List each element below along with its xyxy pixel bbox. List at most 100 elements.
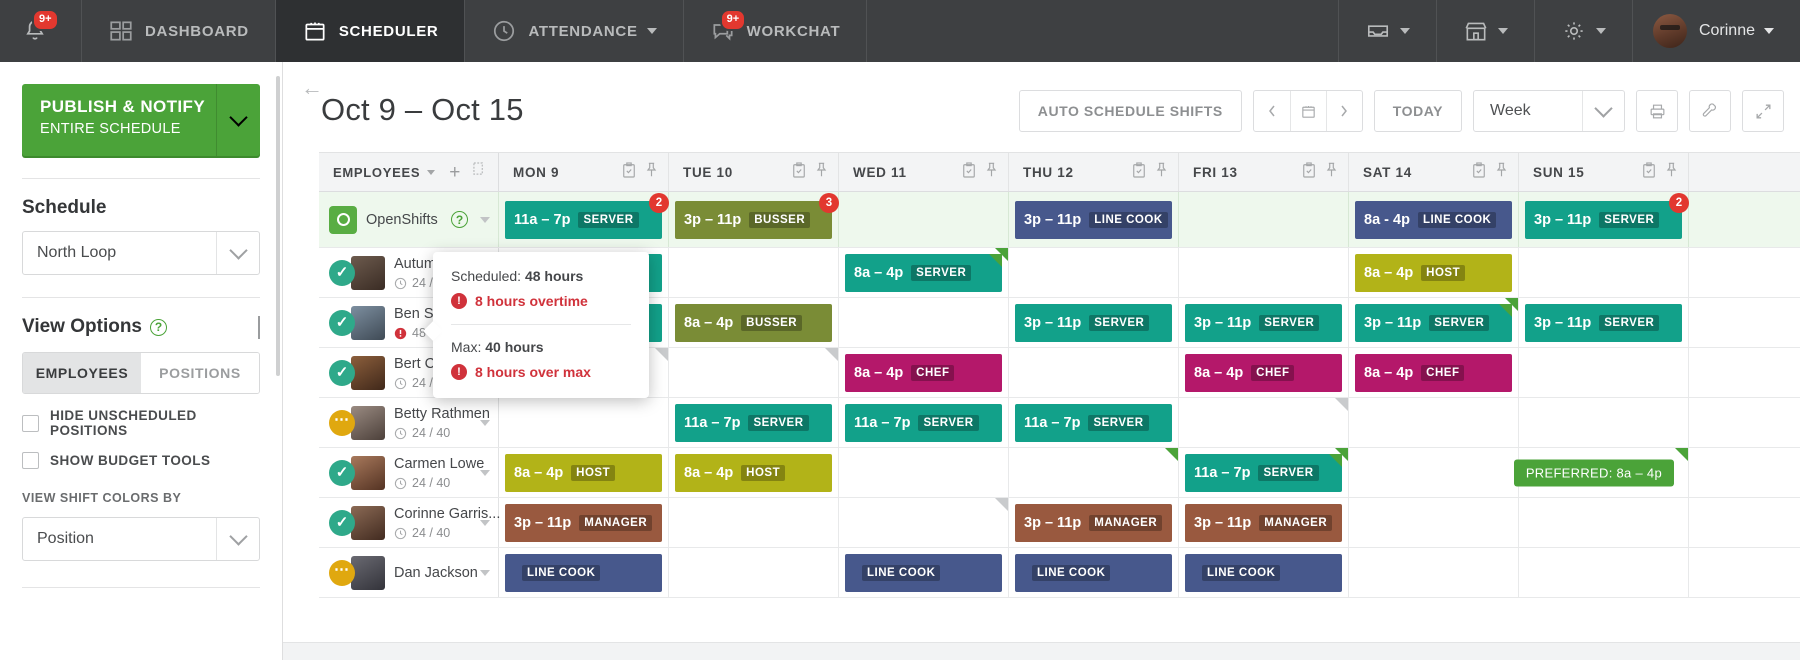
schedule-cell[interactable]: 3p – 11p LINE COOK [1009,192,1179,247]
help-icon[interactable]: ? [451,211,468,228]
shift-chip[interactable]: 3p – 11p SERVER 2 [1525,192,1689,239]
employee-cell[interactable]: ✓ Carmen Lowe 24 / 40 [319,448,499,497]
schedule-cell[interactable]: 8a – 4p CHEF [1349,348,1519,397]
schedule-cell[interactable] [1519,498,1689,547]
schedule-cell[interactable]: LINE COOK [499,548,669,597]
shift-chip[interactable]: 8a – 4p HOST [505,453,662,492]
segment-employees[interactable]: EMPLOYEES [23,353,141,393]
schedule-cell[interactable] [839,298,1009,347]
tools-button[interactable] [1689,90,1731,132]
schedule-cell[interactable] [1009,348,1179,397]
shift-chip[interactable]: 8a – 4p HOST [675,453,832,492]
clipboard-icon[interactable] [1642,161,1656,183]
user-menu[interactable]: Corinne [1633,0,1800,62]
shift-chip[interactable]: 3p – 11p MANAGER [1015,503,1172,542]
schedule-cell[interactable] [1349,498,1519,547]
today-button[interactable]: TODAY [1373,90,1462,132]
pin-icon[interactable] [1495,162,1508,183]
plus-icon[interactable]: + [449,163,460,182]
schedule-cell[interactable]: 3p – 11p BUSSER 3 [669,192,839,247]
shift-chip[interactable]: 11a – 7p SERVER [845,403,1002,442]
schedule-cell[interactable]: 8a - 4p LINE COOK [1349,192,1519,247]
shift-chip[interactable]: LINE COOK [505,553,662,592]
next-week-button[interactable] [1325,91,1362,131]
shift-chip[interactable]: 8a – 4p BUSSER [675,303,832,342]
schedule-select[interactable]: North Loop [22,231,260,275]
checkbox-show-budget-tools[interactable]: SHOW BUDGET TOOLS [22,452,260,469]
settings-button[interactable] [1535,0,1633,62]
schedule-cell[interactable]: 3p – 11p SERVER [1519,298,1689,347]
clipboard-icon[interactable] [962,161,976,183]
checkbox-hide-unscheduled-positions[interactable]: HIDE UNSCHEDULED POSITIONS [22,408,260,438]
range-select[interactable]: Week [1473,90,1625,132]
schedule-cell[interactable]: 8a – 4p CHEF [1179,348,1349,397]
shift-chip[interactable]: 3p – 11p MANAGER [1185,503,1342,542]
shift-chip[interactable]: 8a – 4p CHEF [1355,353,1512,392]
employee-status-indicator[interactable]: ✓ [329,359,355,386]
bottom-scroll-strip[interactable] [283,642,1800,660]
chevron-down-icon[interactable] [480,469,490,476]
nav-item-scheduler[interactable]: SCHEDULER [275,0,466,62]
schedule-cell[interactable] [839,192,1009,247]
shift-chip[interactable]: 11a – 7p SERVER [675,403,832,442]
schedule-cell[interactable] [1519,398,1689,447]
schedule-cell[interactable]: 8a – 4p SERVER [839,248,1009,297]
schedule-cell[interactable] [1179,192,1349,247]
schedule-cell[interactable]: PREFERRED: 8a – 4p [1513,448,1689,497]
schedule-cell[interactable] [1519,348,1689,397]
chevron-down-icon[interactable] [480,569,490,576]
copy-icon[interactable] [473,162,486,182]
view-options-collapse-toggle[interactable] [258,316,260,339]
schedule-cell[interactable]: 3p – 11p SERVER [1179,298,1349,347]
auto-schedule-shifts-button[interactable]: AUTO SCHEDULE SHIFTS [1018,90,1242,132]
chevron-down-icon[interactable] [480,216,490,223]
employee-cell[interactable]: ✓ Corinne Garris... 24 / 40 [319,498,500,547]
help-icon[interactable]: ? [150,318,168,336]
schedule-cell[interactable] [1519,248,1689,297]
clipboard-icon[interactable] [1302,161,1316,183]
shift-chip[interactable]: 11a – 7p SERVER 2 [505,192,669,239]
expand-button[interactable] [1742,90,1784,132]
schedule-cell[interactable]: 3p – 11p MANAGER [1009,498,1179,547]
schedule-cell[interactable]: 3p – 11p SERVER [1009,298,1179,347]
checkbox-box[interactable] [22,452,39,469]
clipboard-icon[interactable] [792,161,806,183]
schedule-cell[interactable] [1009,448,1179,497]
schedule-cell[interactable]: 3p – 11p SERVER 2 [1519,192,1689,247]
sidebar-scrollbar[interactable] [276,76,280,376]
shift-chip[interactable]: 8a – 4p CHEF [1185,353,1342,392]
schedule-cell[interactable]: 3p – 11p SERVER [1349,298,1519,347]
shift-chip[interactable]: 11a – 7p SERVER [1185,453,1342,492]
shift-chip[interactable]: LINE COOK [1015,553,1172,592]
schedule-cell[interactable]: LINE COOK [1009,548,1179,597]
shift-chip[interactable]: 3p – 11p SERVER [1015,303,1172,342]
clipboard-icon[interactable] [1132,161,1146,183]
nav-item-attendance[interactable]: ATTENDANCE [465,0,684,62]
pin-icon[interactable] [1325,162,1338,183]
previous-week-button[interactable] [1254,91,1290,131]
store-button[interactable] [1437,0,1535,62]
employee-status-indicator[interactable]: ⋯ [329,559,355,586]
nav-item-workchat[interactable]: WORKCHAT 9+ [684,0,868,62]
shift-chip[interactable]: 3p – 11p MANAGER [505,503,662,542]
pin-icon[interactable] [1155,162,1168,183]
shift-chip[interactable]: 8a – 4p SERVER [845,253,1002,292]
schedule-cell[interactable]: 11a – 7p SERVER [669,398,839,447]
schedule-cell[interactable]: 11a – 7p SERVER [1179,448,1349,497]
schedule-cell[interactable]: 3p – 11p MANAGER [1179,498,1349,547]
schedule-cell[interactable]: 3p – 11p MANAGER [499,498,669,547]
schedule-cell[interactable] [839,448,1009,497]
schedule-cell[interactable]: 8a – 4p HOST [499,448,669,497]
schedule-cell[interactable]: 8a – 4p BUSSER [669,298,839,347]
employee-status-indicator[interactable]: ✓ [329,309,355,336]
schedule-cell[interactable]: LINE COOK [1179,548,1349,597]
shift-chip[interactable]: 3p – 11p SERVER [1525,303,1682,342]
employee-status-indicator[interactable]: ⋯ [329,409,355,436]
schedule-cell[interactable]: LINE COOK [839,548,1009,597]
inbox-button[interactable] [1339,0,1437,62]
schedule-cell[interactable] [839,498,1009,547]
shift-chip[interactable]: 3p – 11p BUSSER 3 [675,192,839,239]
schedule-cell[interactable]: 11a – 7p SERVER [839,398,1009,447]
chevron-down-icon[interactable] [427,169,436,175]
schedule-cell[interactable]: 11a – 7p SERVER [1009,398,1179,447]
